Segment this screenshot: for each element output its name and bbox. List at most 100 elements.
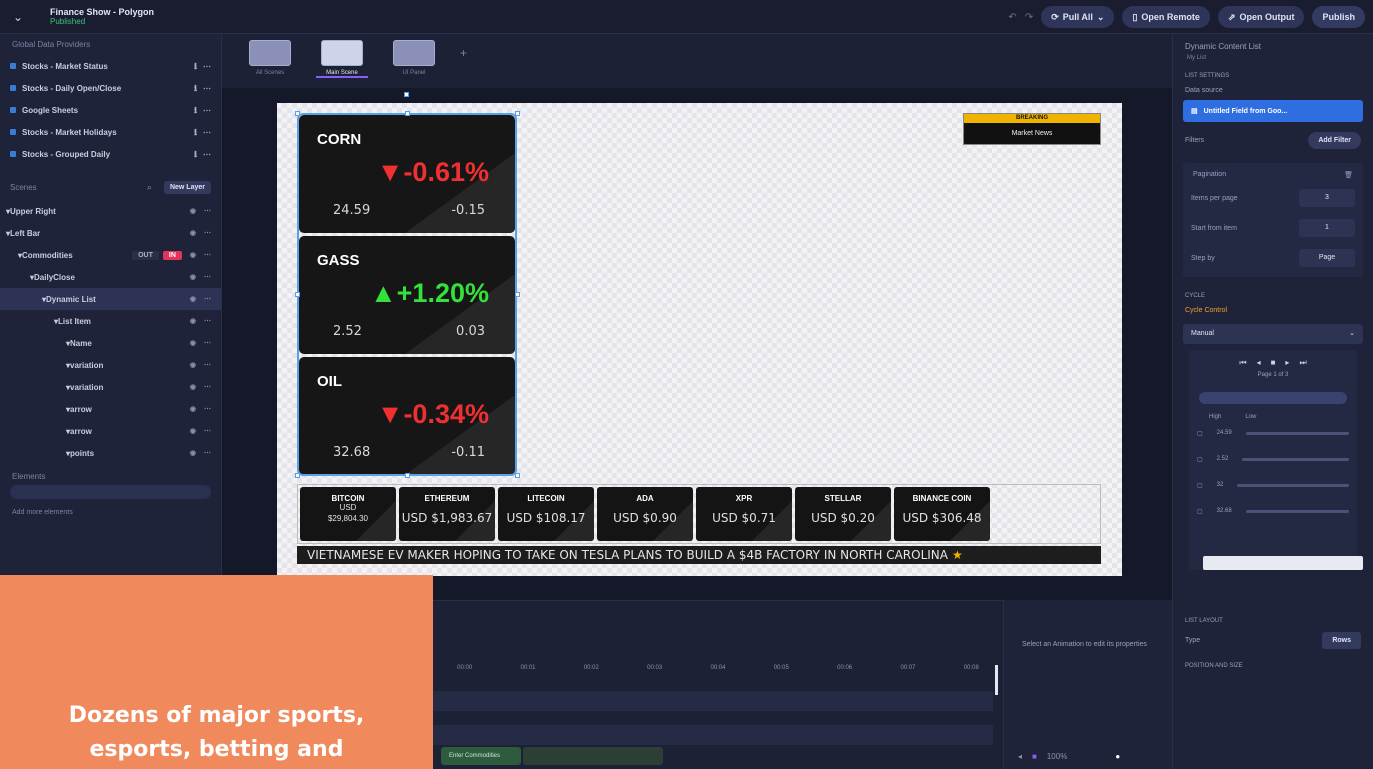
position-heading[interactable]: POSITION AND SIZE	[1173, 653, 1373, 673]
resize-handle[interactable]	[515, 473, 520, 478]
eye-icon[interactable]: ◉	[190, 405, 196, 413]
more-icon[interactable]: ⋯	[204, 427, 211, 435]
value-row[interactable]: ▢ 24.59	[1189, 420, 1357, 446]
provider-item[interactable]: Stocks - Daily Open/Close ℹ ⋯	[0, 77, 221, 99]
more-icon[interactable]: ⋯	[203, 128, 211, 137]
more-icon[interactable]: ⋯	[204, 405, 211, 413]
crypto-card[interactable]: LITECOIN USD $108.17	[498, 487, 594, 541]
list-name[interactable]: My List	[1173, 53, 1373, 63]
page-slider[interactable]	[1199, 392, 1347, 404]
play-icon[interactable]: ◂	[1018, 752, 1022, 761]
trash-icon[interactable]: 🗑	[1344, 171, 1353, 179]
list-layout-heading[interactable]: LIST LAYOUT	[1173, 574, 1373, 628]
data-source-select[interactable]: ▤ Untitled Field from Goo...	[1183, 100, 1363, 122]
layer-item[interactable]: ▾ points ◉ ⋯	[0, 442, 221, 464]
open-output-button[interactable]: ⇗ Open Output	[1217, 6, 1305, 28]
items-per-page-input[interactable]: 3	[1299, 189, 1355, 207]
value-row[interactable]: ▢ 2.52	[1189, 446, 1357, 472]
in-toggle[interactable]: IN	[162, 250, 182, 260]
redo-icon[interactable]: ↷	[1025, 12, 1033, 23]
resize-handle[interactable]	[295, 473, 300, 478]
news-ticker[interactable]: VIETNAMESE EV MAKER HOPING TO TAKE ON TE…	[297, 546, 1101, 564]
more-icon[interactable]: ⋯	[204, 251, 211, 259]
open-remote-button[interactable]: ▯ Open Remote	[1122, 6, 1210, 28]
eye-icon[interactable]: ◉	[190, 383, 196, 391]
eye-icon[interactable]: ◉	[190, 449, 196, 457]
record-icon[interactable]: ■	[1032, 752, 1037, 761]
row-checkbox-icon[interactable]: ▢	[1197, 430, 1203, 437]
progress-bar[interactable]	[1203, 556, 1363, 570]
more-icon[interactable]: ⋯	[204, 229, 211, 237]
layer-item[interactable]: ▾ Upper Right ◉ ⋯	[0, 200, 221, 222]
more-icon[interactable]: ⋯	[204, 383, 211, 391]
undo-icon[interactable]: ↶	[1008, 12, 1016, 23]
resize-handle[interactable]	[405, 473, 410, 478]
more-icon[interactable]: ⋯	[204, 317, 211, 325]
scene-tab[interactable]: Main Scene	[316, 34, 368, 78]
more-icon[interactable]: ⋯	[204, 339, 211, 347]
add-elements-chip[interactable]: Add more elements	[0, 499, 221, 526]
dot-icon[interactable]: ●	[1115, 752, 1120, 761]
provider-item[interactable]: Google Sheets ℹ ⋯	[0, 99, 221, 121]
search-icon[interactable]: ⌕	[147, 182, 152, 193]
layer-item[interactable]: ▾ Left Bar ◉ ⋯	[0, 222, 221, 244]
cycle-mode-select[interactable]: Manual ⌄	[1183, 324, 1363, 344]
timeline-clip[interactable]: Enter Commodities	[441, 747, 521, 765]
eye-icon[interactable]: ◉	[190, 295, 196, 303]
layer-item[interactable]: ▾ List Item ◉ ⋯	[0, 310, 221, 332]
eye-icon[interactable]: ◉	[190, 317, 196, 325]
first-page-icon[interactable]: ⏮	[1239, 358, 1246, 368]
type-select[interactable]: Rows	[1322, 632, 1361, 649]
elements-search-input[interactable]	[10, 485, 211, 499]
info-icon[interactable]: ℹ	[194, 84, 197, 93]
project-title[interactable]: Finance Show - Polygon	[50, 7, 154, 17]
last-page-icon[interactable]: ⏭	[1299, 358, 1306, 368]
crypto-card[interactable]: ETHEREUM USD $1,983.67	[399, 487, 495, 541]
more-icon[interactable]: ⋯	[203, 150, 211, 159]
info-icon[interactable]: ℹ	[194, 150, 197, 159]
pull-all-button[interactable]: ⟳ Pull All ⌄	[1041, 6, 1115, 28]
timeline-clip[interactable]	[523, 747, 663, 765]
menu-chevron-icon[interactable]: ⌄	[0, 10, 36, 24]
publish-button[interactable]: Publish	[1312, 6, 1365, 28]
more-icon[interactable]: ⋯	[204, 295, 211, 303]
playhead[interactable]	[995, 665, 998, 695]
scene-tab[interactable]: All Scenes	[244, 34, 296, 78]
provider-item[interactable]: Stocks - Market Holidays ℹ ⋯	[0, 121, 221, 143]
more-icon[interactable]: ⋯	[203, 62, 211, 71]
timeline-track[interactable]	[433, 691, 993, 711]
value-row[interactable]: ▢ 32.68	[1189, 498, 1357, 524]
value-row[interactable]: ▢ 32	[1189, 472, 1357, 498]
provider-item[interactable]: Stocks - Market Status ℹ ⋯	[0, 55, 221, 77]
layer-item[interactable]: ▾ arrow ◉ ⋯	[0, 420, 221, 442]
more-icon[interactable]: ⋯	[204, 361, 211, 369]
crypto-card[interactable]: STELLAR USD $0.20	[795, 487, 891, 541]
more-icon[interactable]: ⋯	[204, 207, 211, 215]
layer-item[interactable]: ▾ Dynamic List ◉ ⋯	[0, 288, 221, 310]
cycle-heading[interactable]: CYCLE	[1173, 283, 1373, 303]
row-checkbox-icon[interactable]: ▢	[1197, 456, 1203, 463]
more-icon[interactable]: ⋯	[204, 449, 211, 457]
start-from-input[interactable]: 1	[1299, 219, 1355, 237]
crypto-card[interactable]: XPR USD $0.71	[696, 487, 792, 541]
more-icon[interactable]: ⋯	[204, 273, 211, 281]
more-icon[interactable]: ⋯	[203, 84, 211, 93]
timeline-ruler[interactable]: 00:00 00:01 00:02 00:03 00:04 00:05 00:06 00:07…	[433, 665, 1003, 671]
resize-handle[interactable]	[515, 292, 520, 297]
pagination-heading[interactable]: Pagination	[1193, 171, 1226, 179]
eye-icon[interactable]: ◉	[190, 207, 196, 215]
list-settings-heading[interactable]: LIST SETTINGS	[1173, 63, 1373, 83]
crypto-card[interactable]: BINANCE COIN USD $306.48	[894, 487, 990, 541]
out-toggle[interactable]: OUT	[132, 250, 159, 260]
add-filter-button[interactable]: Add Filter	[1308, 132, 1361, 149]
info-icon[interactable]: ℹ	[194, 128, 197, 137]
previous-icon[interactable]: ◂	[1257, 358, 1261, 368]
row-checkbox-icon[interactable]: ▢	[1197, 482, 1203, 489]
timeline-track[interactable]	[433, 725, 993, 745]
layer-item[interactable]: ▾ DailyClose ◉ ⋯	[0, 266, 221, 288]
crypto-card[interactable]: ADA USD $0.90	[597, 487, 693, 541]
eye-icon[interactable]: ◉	[190, 273, 196, 281]
layer-item[interactable]: ▾ variation ◉ ⋯	[0, 376, 221, 398]
add-scene-icon[interactable]: +	[460, 34, 467, 60]
eye-icon[interactable]: ◉	[190, 427, 196, 435]
